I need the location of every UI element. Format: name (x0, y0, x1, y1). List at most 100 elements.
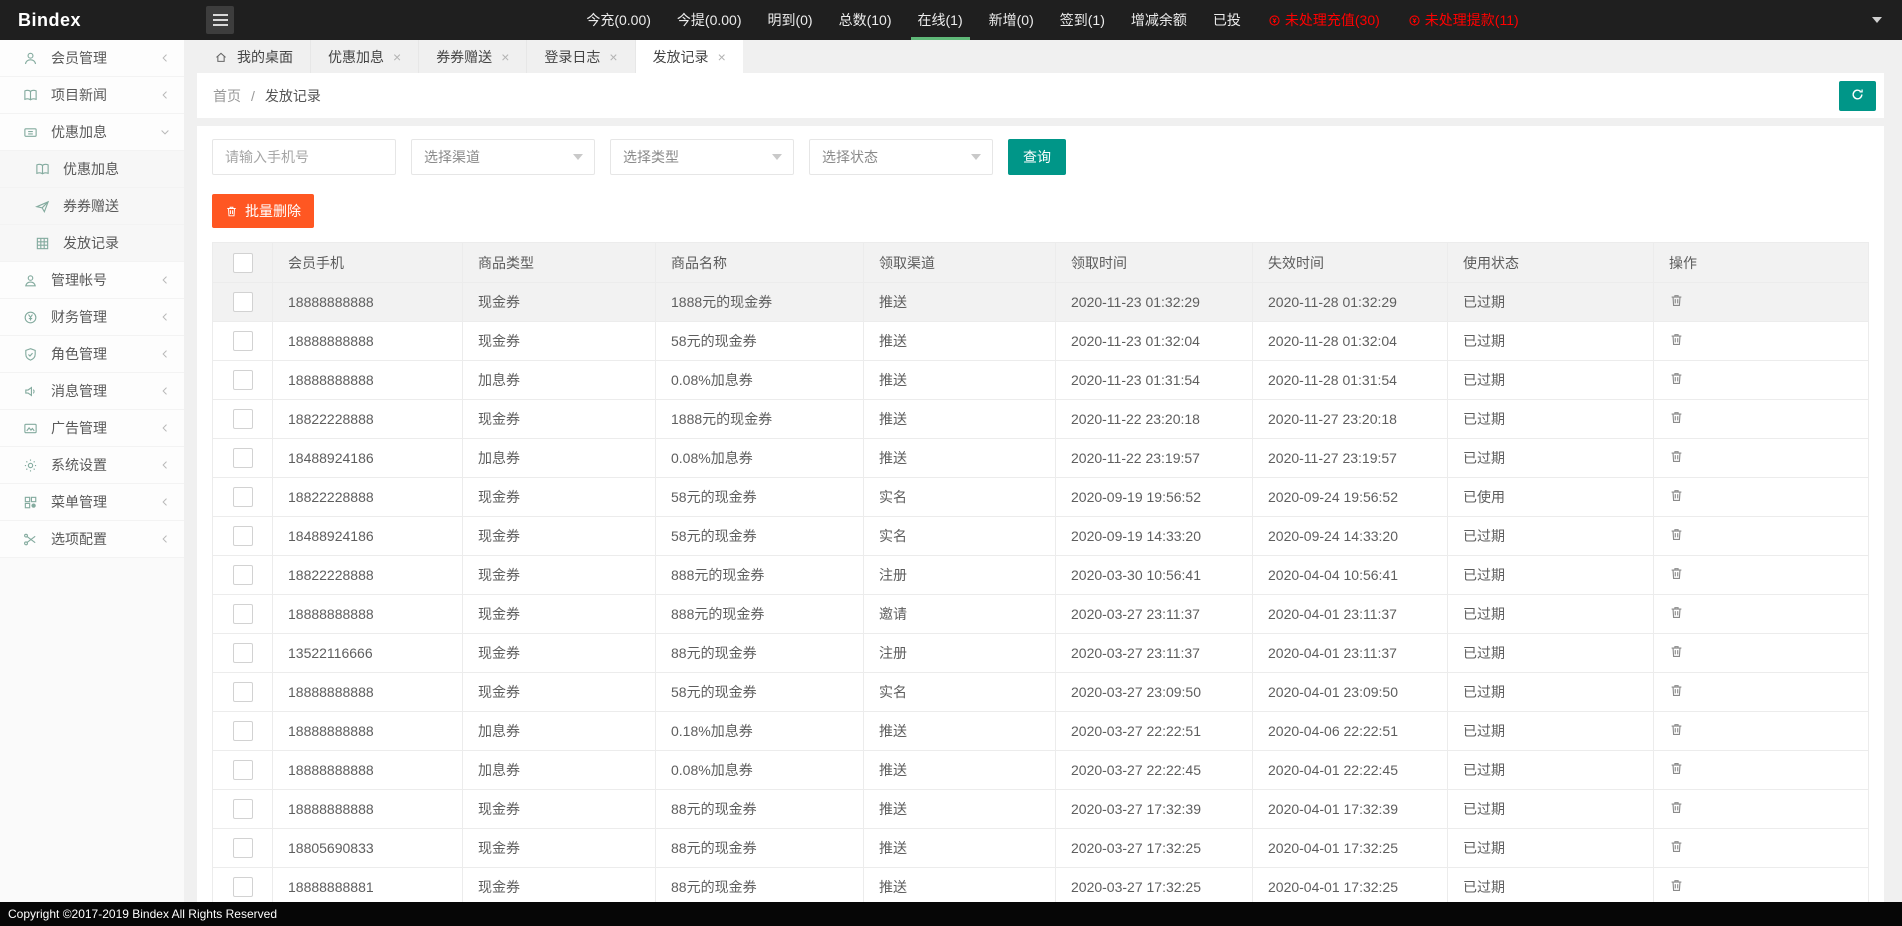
topbar-stat[interactable]: 已投 (1200, 0, 1254, 40)
topbar-stat[interactable]: 今充(0.00) (573, 0, 664, 40)
delete-row-button[interactable] (1669, 410, 1684, 425)
tab-优惠加息[interactable]: 优惠加息× (311, 40, 419, 73)
topbar-stat[interactable]: 签到(1) (1047, 0, 1118, 40)
filter-row: 选择渠道选择类型选择状态 查询 (212, 139, 1869, 175)
cell-name: 88元的现金券 (656, 790, 864, 829)
sidebar-item-money[interactable]: 财务管理 (0, 299, 184, 336)
cell-type: 现金券 (463, 322, 656, 361)
sidebar-item-send[interactable]: 券券赠送 (0, 188, 184, 225)
row-checkbox[interactable] (233, 526, 253, 546)
row-checkbox[interactable] (233, 370, 253, 390)
copyright-text: Copyright ©2017-2019 Bindex All Rights R… (8, 907, 277, 921)
sidebar-item-grid[interactable]: 发放记录 (0, 225, 184, 262)
batch-delete-button[interactable]: 批量删除 (212, 194, 314, 228)
sidebar-item-user[interactable]: 会员管理 (0, 40, 184, 77)
cell-received: 2020-03-27 22:22:45 (1056, 751, 1253, 790)
topbar-alert[interactable]: 未处理提款(11) (1394, 0, 1533, 40)
row-checkbox[interactable] (233, 331, 253, 351)
sidebar-item-shield[interactable]: 角色管理 (0, 336, 184, 373)
sidebar-item-label: 菜单管理 (51, 492, 107, 512)
brand-logo[interactable]: Bindex (0, 10, 184, 31)
row-checkbox[interactable] (233, 682, 253, 702)
sidebar-item-horn[interactable]: 消息管理 (0, 373, 184, 410)
close-tab-icon[interactable]: × (393, 50, 401, 64)
sidebar-item-account[interactable]: 管理帐号 (0, 262, 184, 299)
topbar-stat[interactable]: 在线(1) (905, 0, 976, 40)
cell-actions (1654, 595, 1869, 634)
filter-select[interactable]: 选择渠道 (411, 139, 595, 175)
delete-row-button[interactable] (1669, 332, 1684, 347)
row-checkbox[interactable] (233, 838, 253, 858)
row-select-cell (213, 712, 273, 751)
delete-row-button[interactable] (1669, 644, 1684, 659)
cell-received: 2020-03-27 17:32:25 (1056, 829, 1253, 868)
user-menu-caret-icon[interactable] (1872, 17, 1882, 23)
topbar-stat[interactable]: 新增(0) (976, 0, 1047, 40)
cell-status: 已过期 (1448, 868, 1654, 903)
row-checkbox[interactable] (233, 409, 253, 429)
cell-channel: 推送 (864, 790, 1056, 829)
delete-row-button[interactable] (1669, 722, 1684, 737)
topbar-stat[interactable]: 今提(0.00) (664, 0, 755, 40)
filter-select[interactable]: 选择状态 (809, 139, 993, 175)
close-tab-icon[interactable]: × (718, 50, 726, 64)
search-button[interactable]: 查询 (1008, 139, 1066, 175)
cell-expired: 2020-11-27 23:19:57 (1253, 439, 1448, 478)
tab-登录日志[interactable]: 登录日志× (527, 40, 635, 73)
delete-row-button[interactable] (1669, 371, 1684, 386)
row-checkbox[interactable] (233, 487, 253, 507)
delete-row-button[interactable] (1669, 800, 1684, 815)
sidebar-item-gear[interactable]: 系统设置 (0, 447, 184, 484)
close-tab-icon[interactable]: × (609, 50, 617, 64)
row-checkbox[interactable] (233, 721, 253, 741)
cell-channel: 实名 (864, 673, 1056, 712)
delete-row-button[interactable] (1669, 878, 1684, 893)
row-checkbox[interactable] (233, 877, 253, 897)
delete-row-button[interactable] (1669, 605, 1684, 620)
topbar-stat[interactable]: 总数(10) (826, 0, 905, 40)
sidebar-item-ad[interactable]: 广告管理 (0, 410, 184, 447)
tab-发放记录[interactable]: 发放记录× (636, 40, 743, 73)
refresh-button[interactable] (1839, 81, 1876, 111)
delete-row-button[interactable] (1669, 293, 1684, 308)
cell-status: 已过期 (1448, 322, 1654, 361)
tab-我的桌面[interactable]: 我的桌面 (197, 40, 311, 73)
delete-row-button[interactable] (1669, 488, 1684, 503)
row-checkbox[interactable] (233, 760, 253, 780)
delete-row-button[interactable] (1669, 527, 1684, 542)
phone-search-input[interactable] (212, 139, 396, 175)
delete-row-button[interactable] (1669, 449, 1684, 464)
row-checkbox[interactable] (233, 292, 253, 312)
sidebar-toggle-button[interactable] (206, 6, 234, 34)
cell-phone: 18888888888 (273, 322, 463, 361)
cell-channel: 实名 (864, 517, 1056, 556)
column-header: 领取时间 (1056, 243, 1253, 283)
cell-name: 88元的现金券 (656, 829, 864, 868)
sidebar-item-news[interactable]: 项目新闻 (0, 77, 184, 114)
delete-row-button[interactable] (1669, 761, 1684, 776)
row-checkbox[interactable] (233, 643, 253, 663)
sidebar-item-coupon[interactable]: 优惠加息 (0, 114, 184, 151)
topbar-alert[interactable]: 未处理充值(30) (1254, 0, 1394, 40)
topbar-stat[interactable]: 明到(0) (754, 0, 825, 40)
cell-name: 58元的现金券 (656, 478, 864, 517)
row-checkbox[interactable] (233, 565, 253, 585)
row-checkbox[interactable] (233, 448, 253, 468)
topbar-stat[interactable]: 增减余额 (1118, 0, 1200, 40)
cell-phone: 18805690833 (273, 829, 463, 868)
close-tab-icon[interactable]: × (501, 50, 509, 64)
sidebar-item-menu[interactable]: 菜单管理 (0, 484, 184, 521)
sidebar-item-label: 消息管理 (51, 381, 107, 401)
breadcrumb-home[interactable]: 首页 (213, 86, 241, 106)
delete-row-button[interactable] (1669, 566, 1684, 581)
row-checkbox[interactable] (233, 604, 253, 624)
filter-select[interactable]: 选择类型 (610, 139, 794, 175)
tab-券券赠送[interactable]: 券券赠送× (419, 40, 527, 73)
row-checkbox[interactable] (233, 799, 253, 819)
delete-row-button[interactable] (1669, 839, 1684, 854)
sidebar-item-options[interactable]: 选项配置 (0, 521, 184, 558)
cell-channel: 推送 (864, 439, 1056, 478)
delete-row-button[interactable] (1669, 683, 1684, 698)
sidebar-item-coupon-sub[interactable]: 优惠加息 (0, 151, 184, 188)
select-all-checkbox[interactable] (233, 253, 253, 273)
